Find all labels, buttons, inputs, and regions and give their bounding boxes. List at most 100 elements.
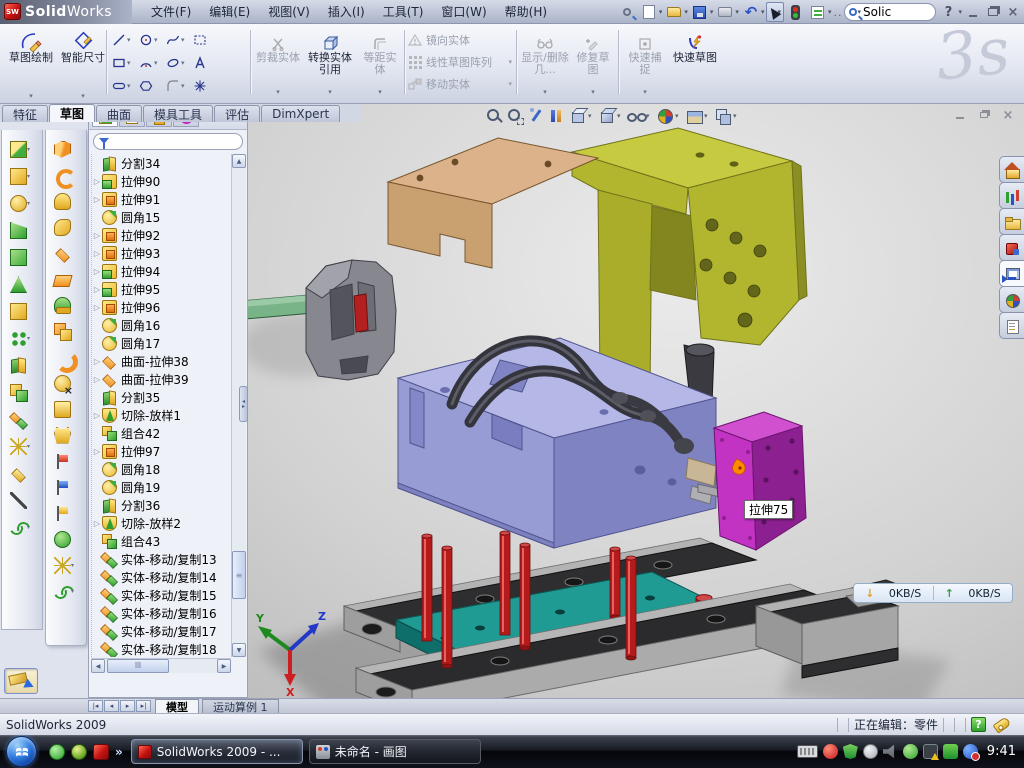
- line-tool[interactable]: [110, 32, 127, 48]
- rebuild-button[interactable]: [786, 2, 806, 22]
- graphics-viewport[interactable]: ▾ ▾ ▾ ▾ ▾: [248, 104, 1024, 698]
- line-dropdown[interactable]: ▾: [127, 36, 137, 44]
- feature-tree-item[interactable]: ▷ 拉伸96: [92, 298, 231, 316]
- text-tool[interactable]: [191, 55, 208, 71]
- part-gray-clamp[interactable]: [306, 260, 396, 380]
- apply-scene-icon[interactable]: [684, 106, 704, 126]
- home-tab[interactable]: [999, 156, 1024, 183]
- curve-icon[interactable]: ▾: [10, 514, 34, 541]
- circle-dropdown[interactable]: ▾: [154, 36, 164, 44]
- feature-tree-item[interactable]: 分割34: [92, 154, 231, 172]
- model-tab[interactable]: 模型: [155, 699, 199, 713]
- feature-tree-item[interactable]: 分割36: [92, 496, 231, 514]
- menu-item[interactable]: 帮助(H): [496, 0, 556, 23]
- menu-item[interactable]: 编辑(E): [200, 0, 259, 23]
- tree-filter-input[interactable]: [93, 133, 243, 150]
- boundary-boss-icon[interactable]: [54, 292, 78, 318]
- hud-dropdown[interactable]: ▾: [675, 112, 683, 120]
- linear-pattern-dropdown[interactable]: [508, 58, 512, 66]
- split-icon[interactable]: [10, 352, 34, 379]
- design-library-tab[interactable]: [999, 182, 1024, 209]
- slot-dropdown[interactable]: ▾: [127, 82, 137, 90]
- menu-item[interactable]: 视图(V): [259, 0, 319, 23]
- prev-model-tab-button[interactable]: ◂: [104, 700, 119, 712]
- move-entities-dropdown[interactable]: [508, 80, 512, 88]
- toolbar-dropdown[interactable]: ▾: [27, 335, 34, 342]
- expand-arrow-icon[interactable]: ▷: [92, 447, 102, 456]
- smart-dimension-button[interactable]: 智能尺寸: [58, 28, 108, 100]
- menu-item[interactable]: 工具(T): [374, 0, 433, 23]
- scroll-thumb[interactable]: ≡: [232, 551, 246, 599]
- hud-dropdown[interactable]: ▾: [733, 112, 741, 120]
- planar-surface-icon[interactable]: [54, 266, 78, 292]
- part-magenta-block[interactable]: [714, 412, 806, 550]
- point-tool[interactable]: [191, 78, 208, 94]
- extruded-cut-icon[interactable]: ▾: [10, 163, 34, 190]
- feature-tree-item[interactable]: 圆角16: [92, 316, 231, 334]
- feature-tree-item[interactable]: ▷ 拉伸94: [92, 262, 231, 280]
- command-tab[interactable]: 特征: [2, 105, 48, 122]
- status-tag-icon[interactable]: [993, 716, 1012, 733]
- offset-dropdown[interactable]: [378, 88, 382, 96]
- revolved-boss-icon[interactable]: [54, 136, 78, 162]
- arc-dropdown[interactable]: ▾: [154, 59, 164, 67]
- shield-green-icon[interactable]: [843, 744, 858, 759]
- scroll-right-button[interactable]: ▶: [217, 659, 231, 673]
- scroll-up-button[interactable]: ▲: [232, 154, 246, 168]
- next-model-tab-button[interactable]: ▸: [120, 700, 135, 712]
- custom-properties-tab[interactable]: [999, 312, 1024, 339]
- sync-icon[interactable]: [903, 744, 918, 759]
- thicken-icon[interactable]: [54, 318, 78, 344]
- feature-tree-item[interactable]: ▷ 曲面-拉伸39: [92, 370, 231, 388]
- expand-arrow-icon[interactable]: ▷: [92, 267, 102, 276]
- toolbar-overflow[interactable]: ..: [833, 6, 842, 19]
- scroll-down-button[interactable]: ▼: [232, 643, 246, 657]
- reference-geometry-icon[interactable]: ▾: [10, 433, 34, 460]
- flex-icon[interactable]: [54, 214, 78, 240]
- task-paint[interactable]: 未命名 - 画图: [309, 739, 481, 764]
- undo-dropdown[interactable]: ▾: [761, 8, 765, 16]
- display-delete-relations-button[interactable]: 显示/删除几...: [521, 30, 569, 96]
- scroll-left-button[interactable]: ◀: [91, 659, 105, 673]
- expand-arrow-icon[interactable]: ▷: [92, 411, 102, 420]
- expand-arrow-icon[interactable]: ▷: [92, 177, 102, 186]
- axis-icon[interactable]: [10, 487, 34, 514]
- curve2-icon[interactable]: ▾: [54, 578, 78, 604]
- command-tab[interactable]: DimXpert: [261, 105, 340, 122]
- file-explorer-tab[interactable]: [999, 208, 1024, 235]
- flag-red-icon[interactable]: [54, 448, 78, 474]
- print-button[interactable]: [715, 2, 735, 22]
- toolbar-dropdown[interactable]: ▾: [27, 146, 34, 153]
- menu-item[interactable]: 插入(I): [319, 0, 374, 23]
- doc-close-button[interactable]: ×: [1000, 108, 1016, 122]
- selection-box-tool[interactable]: [191, 32, 208, 48]
- feature-tree-item[interactable]: 圆角15: [92, 208, 231, 226]
- dome-icon[interactable]: [54, 188, 78, 214]
- delete-body-icon[interactable]: [54, 370, 78, 396]
- hud-dropdown[interactable]: ▾: [588, 112, 596, 120]
- new-file-dropdown[interactable]: ▾: [659, 8, 663, 16]
- sketch-fillet-dropdown[interactable]: ▾: [181, 82, 191, 90]
- panel-splitter-handle[interactable]: ◂▸: [239, 386, 248, 422]
- section-view-icon[interactable]: [547, 106, 567, 126]
- menu-item[interactable]: 文件(F): [142, 0, 200, 23]
- feature-tree-item[interactable]: 圆角17: [92, 334, 231, 352]
- deform-icon[interactable]: [54, 240, 78, 266]
- instant3d-button[interactable]: [4, 668, 38, 694]
- lofted-boss-icon[interactable]: [10, 244, 34, 271]
- feature-tree-item[interactable]: ▷ 拉伸95: [92, 280, 231, 298]
- trim-dropdown[interactable]: [276, 88, 280, 96]
- rectangle-dropdown[interactable]: ▾: [127, 59, 137, 67]
- ellipse-tool[interactable]: [164, 55, 181, 71]
- expand-arrow-icon[interactable]: ▷: [92, 357, 102, 366]
- expand-arrow-icon[interactable]: ▷: [92, 375, 102, 384]
- arc-tool[interactable]: [137, 55, 154, 71]
- view-settings-icon[interactable]: [713, 106, 733, 126]
- revolved-cut-icon[interactable]: [54, 162, 78, 188]
- move-copy-body-icon[interactable]: [10, 406, 34, 433]
- feature-tree-item[interactable]: ▷ 拉伸90: [92, 172, 231, 190]
- tree-horizontal-scrollbar[interactable]: ◀ ⦀⦀ ▶: [91, 658, 231, 673]
- fillet2-icon[interactable]: [54, 526, 78, 552]
- feature-tree-item[interactable]: 实体-移动/复制14: [92, 568, 231, 586]
- taskbar-clock[interactable]: 9:41: [987, 744, 1016, 759]
